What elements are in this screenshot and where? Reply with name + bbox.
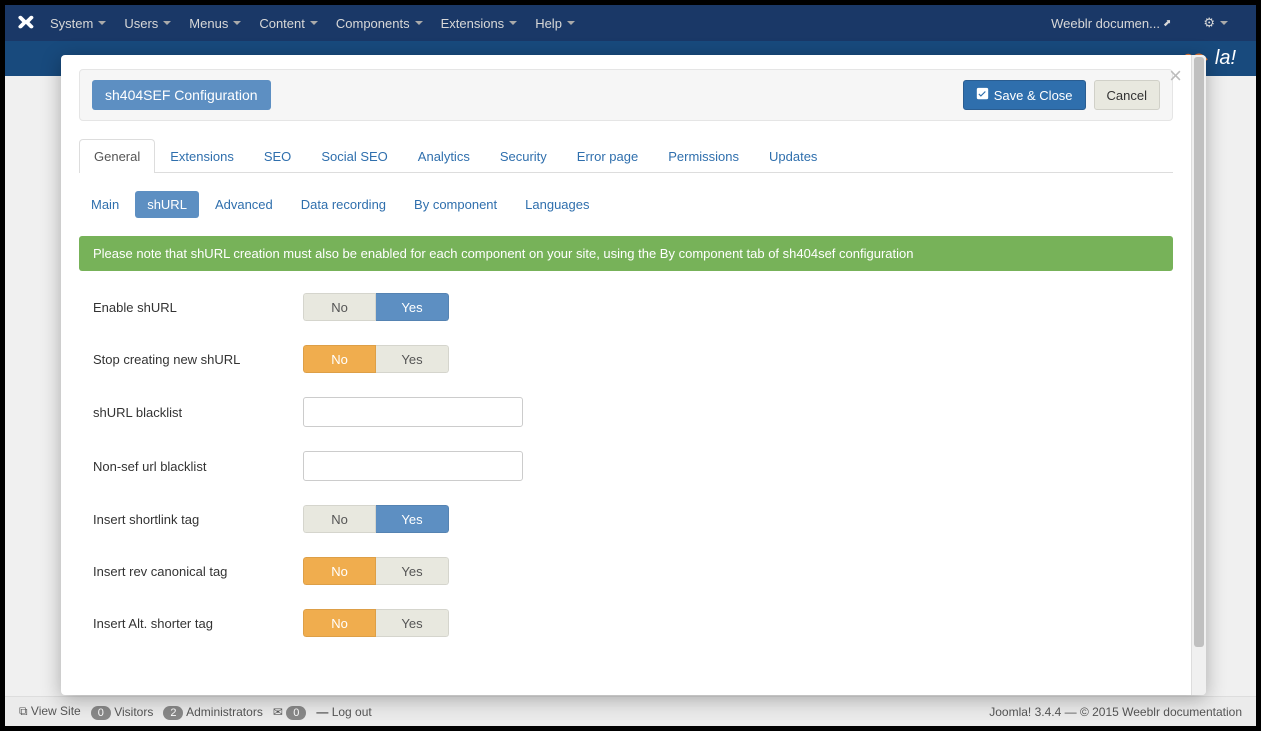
opt-no[interactable]: No: [303, 505, 376, 533]
opt-yes[interactable]: Yes: [376, 609, 449, 637]
toggle-stop-creating[interactable]: No Yes: [303, 345, 449, 373]
subtab-data-recording[interactable]: Data recording: [289, 191, 398, 218]
tab-analytics[interactable]: Analytics: [403, 139, 485, 173]
caret-icon: [310, 21, 318, 25]
row-stop-creating: Stop creating new shURL No Yes: [93, 345, 1173, 373]
label-shurl-blacklist: shURL blacklist: [93, 405, 303, 420]
external-icon: ⧉: [19, 704, 28, 719]
toggle-insert-revcanon[interactable]: No Yes: [303, 557, 449, 585]
row-nonsef-blacklist: Non-sef url blacklist: [93, 451, 1173, 481]
config-modal: × sh404SEF Configuration Save & Close Ca…: [61, 55, 1206, 695]
subtab-by-component[interactable]: By component: [402, 191, 509, 218]
external-link[interactable]: Weeblr documen...⬈: [1051, 16, 1171, 31]
menu-components[interactable]: Components: [336, 16, 423, 31]
menu-users[interactable]: Users: [124, 16, 171, 31]
tab-security[interactable]: Security: [485, 139, 562, 173]
toggle-enable-shurl[interactable]: No Yes: [303, 293, 449, 321]
tab-permissions[interactable]: Permissions: [653, 139, 754, 173]
mail-icon: ✉: [273, 705, 283, 719]
tab-social-seo[interactable]: Social SEO: [306, 139, 402, 173]
view-site-link[interactable]: ⧉ View Site: [19, 704, 81, 719]
input-shurl-blacklist[interactable]: [303, 397, 523, 427]
row-insert-altshort: Insert Alt. shorter tag No Yes: [93, 609, 1173, 637]
row-shurl-blacklist: shURL blacklist: [93, 397, 1173, 427]
menu-extensions[interactable]: Extensions: [441, 16, 518, 31]
opt-yes[interactable]: Yes: [376, 505, 449, 533]
admins-badge: 2: [163, 706, 183, 720]
label-insert-shortlink: Insert shortlink tag: [93, 512, 303, 527]
tab-seo[interactable]: SEO: [249, 139, 306, 173]
row-enable-shurl: Enable shURL No Yes: [93, 293, 1173, 321]
opt-no[interactable]: No: [303, 557, 376, 585]
tabs-primary: General Extensions SEO Social SEO Analyt…: [79, 139, 1173, 173]
brand-text: la!: [1215, 47, 1236, 70]
gear-icon: ⚙: [1203, 15, 1215, 31]
status-bar: ⧉ View Site 0 Visitors 2 Administrators …: [5, 696, 1256, 726]
modal-scrollbar[interactable]: [1191, 55, 1206, 695]
notice-alert: Please note that shURL creation must als…: [79, 236, 1173, 271]
caret-icon: [415, 21, 423, 25]
opt-no[interactable]: No: [303, 293, 376, 321]
msgs-badge: 0: [286, 706, 306, 720]
save-close-button[interactable]: Save & Close: [963, 80, 1086, 110]
admins-label[interactable]: Administrators: [186, 705, 263, 719]
subtab-advanced[interactable]: Advanced: [203, 191, 285, 218]
tab-updates[interactable]: Updates: [754, 139, 832, 173]
save-icon: [976, 87, 989, 103]
messages-link[interactable]: ✉ 0: [273, 705, 307, 719]
opt-no[interactable]: No: [303, 609, 376, 637]
opt-yes[interactable]: Yes: [376, 345, 449, 373]
tab-extensions[interactable]: Extensions: [155, 139, 249, 173]
input-nonsef-blacklist[interactable]: [303, 451, 523, 481]
caret-icon: [567, 21, 575, 25]
settings-menu[interactable]: ⚙: [1203, 15, 1228, 31]
opt-no[interactable]: No: [303, 345, 376, 373]
menu-help[interactable]: Help: [535, 16, 575, 31]
modal-title: sh404SEF Configuration: [92, 80, 271, 110]
label-insert-revcanon: Insert rev canonical tag: [93, 564, 303, 579]
toggle-insert-shortlink[interactable]: No Yes: [303, 505, 449, 533]
visitors-badge: 0: [91, 706, 111, 720]
admin-topbar: System Users Menus Content Components Ex…: [5, 5, 1256, 41]
logout-link[interactable]: — Log out: [316, 705, 371, 719]
caret-icon: [98, 21, 106, 25]
label-nonsef-blacklist: Non-sef url blacklist: [93, 459, 303, 474]
subtab-languages[interactable]: Languages: [513, 191, 601, 218]
menu-content[interactable]: Content: [259, 16, 318, 31]
label-enable-shurl: Enable shURL: [93, 300, 303, 315]
caret-icon: [1220, 21, 1228, 25]
label-insert-altshort: Insert Alt. shorter tag: [93, 616, 303, 631]
label-stop-creating: Stop creating new shURL: [93, 352, 303, 367]
caret-icon: [233, 21, 241, 25]
subtab-shurl[interactable]: shURL: [135, 191, 199, 218]
tab-error-page[interactable]: Error page: [562, 139, 653, 173]
opt-yes[interactable]: Yes: [376, 293, 449, 321]
topbar-menus: System Users Menus Content Components Ex…: [50, 16, 1051, 31]
tab-general[interactable]: General: [79, 139, 155, 173]
toggle-insert-altshort[interactable]: No Yes: [303, 609, 449, 637]
row-insert-shortlink: Insert shortlink tag No Yes: [93, 505, 1173, 533]
close-icon[interactable]: ×: [1169, 63, 1182, 89]
external-icon: ⬈: [1163, 18, 1171, 29]
menu-system[interactable]: System: [50, 16, 106, 31]
caret-icon: [509, 21, 517, 25]
caret-icon: [163, 21, 171, 25]
row-insert-revcanon: Insert rev canonical tag No Yes: [93, 557, 1173, 585]
subtab-main[interactable]: Main: [79, 191, 131, 218]
joomla-logo: [15, 13, 35, 33]
scrollbar-thumb[interactable]: [1194, 57, 1204, 647]
cancel-button[interactable]: Cancel: [1094, 80, 1160, 110]
tabs-secondary: Main shURL Advanced Data recording By co…: [79, 191, 1173, 218]
menu-menus[interactable]: Menus: [189, 16, 241, 31]
status-version: Joomla! 3.4.4 — © 2015 Weeblr documentat…: [989, 705, 1242, 719]
opt-yes[interactable]: Yes: [376, 557, 449, 585]
visitors-label[interactable]: Visitors: [114, 705, 153, 719]
modal-header: sh404SEF Configuration Save & Close Canc…: [79, 69, 1173, 121]
